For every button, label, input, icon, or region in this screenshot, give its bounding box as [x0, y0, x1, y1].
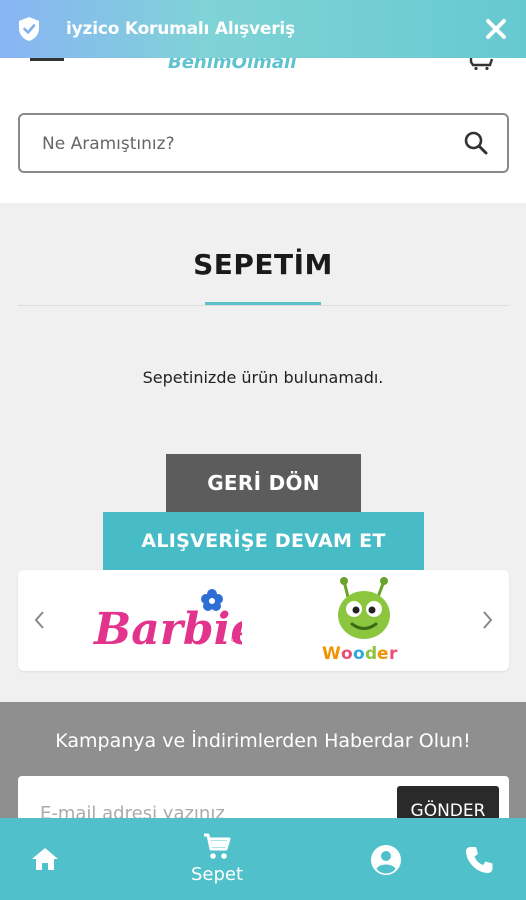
svg-text:Barbie: Barbie — [92, 604, 242, 655]
svg-text:e: e — [377, 644, 389, 664]
svg-text:o: o — [353, 644, 365, 664]
nav-cart-label: Sepet — [190, 864, 244, 885]
close-icon[interactable] — [484, 17, 508, 41]
svg-text:o: o — [341, 644, 353, 664]
banner-text: iyzico Korumalı Alışveriş — [66, 19, 295, 39]
nav-account[interactable] — [370, 844, 402, 876]
cart-icon — [204, 833, 231, 859]
site-logo[interactable]: BenimOlmalı — [168, 56, 318, 76]
title-underline — [205, 302, 321, 305]
home-icon — [32, 848, 58, 870]
title-divider — [18, 305, 509, 306]
search-input[interactable] — [42, 131, 442, 157]
nav-cart[interactable]: Sepet — [180, 832, 254, 885]
phone-icon — [466, 847, 493, 873]
empty-cart-message: Sepetinizde ürün bulunamadı. — [142, 368, 384, 387]
hamburger-menu-icon[interactable] — [30, 58, 64, 64]
shield-check-icon — [19, 17, 39, 41]
continue-shopping-button[interactable]: ALIŞVERİŞE DEVAM ET — [103, 512, 424, 570]
nav-phone[interactable] — [464, 845, 494, 875]
newsletter-title: Kampanya ve İndirimlerden Haberdar Olun! — [55, 730, 471, 752]
svg-text:d: d — [365, 644, 377, 664]
svg-text:®: ® — [230, 635, 238, 644]
barbie-brand-logo[interactable]: Barbie ® — [92, 586, 242, 656]
chevron-left-icon[interactable] — [32, 608, 48, 632]
search-bar — [18, 113, 509, 173]
page-title: SEPETİM — [193, 248, 333, 281]
search-icon[interactable] — [463, 130, 489, 156]
account-icon — [371, 845, 401, 875]
svg-text:r: r — [389, 644, 398, 664]
brand-carousel: Barbie ® W o o d e r — [18, 570, 509, 671]
cart-icon[interactable] — [468, 56, 494, 70]
iyzico-banner: iyzico Korumalı Alışveriş — [0, 0, 526, 58]
chevron-right-icon[interactable] — [479, 608, 495, 632]
bottom-navigation: Sepet — [0, 818, 526, 900]
site-header: BenimOlmalı — [0, 56, 526, 203]
woody-brand-logo[interactable]: W o o d e r — [316, 575, 416, 667]
back-button[interactable]: GERİ DÖN — [166, 454, 361, 512]
svg-text:W: W — [322, 644, 341, 664]
nav-home[interactable] — [30, 846, 60, 872]
